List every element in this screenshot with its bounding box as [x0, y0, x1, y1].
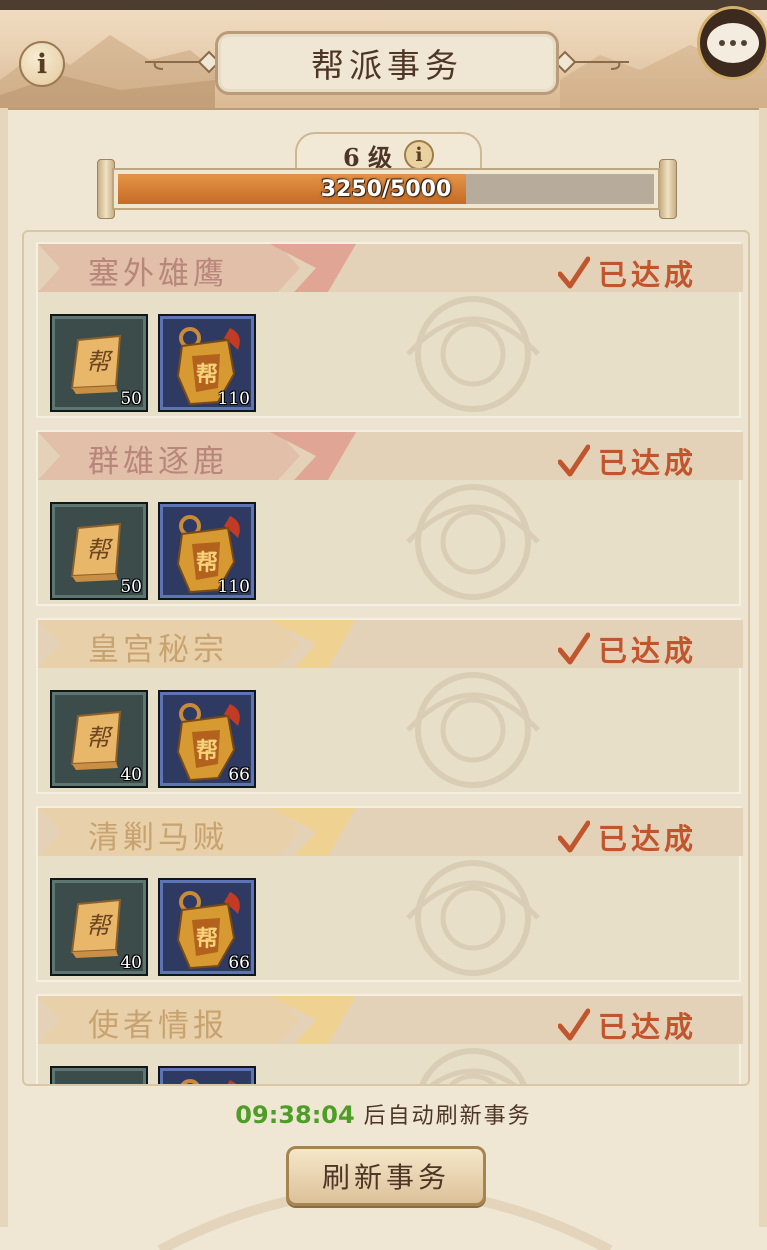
title-ornament-left [145, 50, 219, 74]
chat-button[interactable] [697, 6, 767, 80]
title-ornament-right [555, 50, 629, 74]
level-progress-bar: 3250/5000 [112, 168, 660, 210]
task-card: 皇宫秘宗 已达成 帮 40 帮 66 [36, 618, 743, 794]
svg-text:帮: 帮 [196, 550, 218, 576]
progress-text: 3250/5000 [320, 176, 452, 202]
reward-slot[interactable]: 帮 66 [158, 690, 256, 788]
cloud-watermark [406, 296, 540, 412]
task-status: 已达成 [558, 440, 697, 482]
reward-quantity: 110 [217, 389, 250, 409]
task-status: 已达成 [558, 628, 697, 670]
reward-quantity: 66 [228, 765, 250, 785]
task-status: 已达成 [558, 252, 697, 294]
svg-text:帮: 帮 [86, 536, 114, 564]
reward-slot[interactable]: 帮 [158, 1066, 256, 1084]
svg-text:帮: 帮 [196, 926, 218, 952]
task-name: 塞外雄鹰 [88, 256, 228, 292]
info-icon: i [36, 48, 48, 80]
reward-quantity: 110 [217, 577, 250, 597]
task-card: 群雄逐鹿 已达成 帮 50 帮 110 [36, 430, 743, 606]
scroll-roller-right [659, 159, 677, 219]
reward-slot[interactable]: 帮 110 [158, 502, 256, 600]
task-status-text: 已达成 [598, 446, 698, 480]
task-status: 已达成 [558, 1004, 697, 1046]
reward-quantity: 66 [228, 953, 250, 973]
reward-slot[interactable]: 帮 66 [158, 878, 256, 976]
cloud-watermark [419, 1048, 527, 1084]
task-card: 使者情报 已达成 帮 帮 [36, 994, 743, 1086]
reward-slot[interactable]: 帮 50 [50, 502, 148, 600]
reward-quantity: 40 [120, 765, 142, 785]
svg-text:帮: 帮 [196, 362, 218, 388]
task-card: 塞外雄鹰 已达成 帮 50 帮 110 [36, 242, 743, 418]
auto-refresh-notice: 09:38:04 后自动刷新事务 [0, 1098, 767, 1130]
task-name: 清剿马贼 [88, 820, 228, 856]
svg-text:帮: 帮 [196, 738, 218, 764]
task-status-text: 已达成 [598, 822, 698, 856]
svg-text:帮: 帮 [86, 348, 114, 376]
task-status-text: 已达成 [598, 1010, 698, 1044]
task-name: 皇宫秘宗 [88, 632, 228, 668]
reward-quantity: 50 [120, 389, 142, 409]
task-status-text: 已达成 [598, 634, 698, 668]
chat-icon [707, 23, 759, 63]
svg-text:帮: 帮 [86, 724, 114, 752]
progress-track: 3250/5000 [118, 174, 654, 204]
gang-badge-icon: 帮 [180, 1079, 237, 1084]
reward-slot[interactable]: 帮 40 [50, 878, 148, 976]
task-name: 使者情报 [88, 1008, 228, 1044]
refresh-countdown-suffix: 后自动刷新事务 [354, 1104, 532, 1129]
info-button[interactable]: i [19, 41, 65, 87]
right-frame-rail [759, 108, 767, 1227]
reward-quantity: 50 [120, 577, 142, 597]
left-frame-rail [0, 108, 8, 1227]
title-plaque: 帮派事务 [215, 31, 559, 95]
reward-slot[interactable]: 帮 [50, 1066, 148, 1086]
reward-slot[interactable]: 帮 50 [50, 314, 148, 412]
reward-slot[interactable]: 帮 40 [50, 690, 148, 788]
task-status: 已达成 [558, 816, 697, 858]
cloud-watermark [406, 672, 540, 788]
reward-quantity: 40 [120, 953, 142, 973]
cloud-watermark [406, 860, 540, 976]
cloud-watermark [406, 484, 540, 600]
gang-token-icon: 帮 [52, 1068, 146, 1086]
reward-slot[interactable]: 帮 110 [158, 314, 256, 412]
task-card: 清剿马贼 已达成 帮 40 帮 66 [36, 806, 743, 982]
page-title: 帮派事务 [311, 46, 463, 85]
task-name: 群雄逐鹿 [88, 444, 228, 480]
task-status-text: 已达成 [598, 258, 698, 292]
task-list[interactable]: 塞外雄鹰 已达成 帮 50 帮 110 群雄逐鹿 已达成 帮 50 帮 110 … [22, 230, 750, 1086]
refresh-countdown: 09:38:04 [235, 1101, 355, 1129]
level-info-icon[interactable]: i [404, 140, 435, 170]
svg-text:帮: 帮 [86, 912, 114, 940]
refresh-tasks-button[interactable]: 刷新事务 [286, 1146, 486, 1206]
